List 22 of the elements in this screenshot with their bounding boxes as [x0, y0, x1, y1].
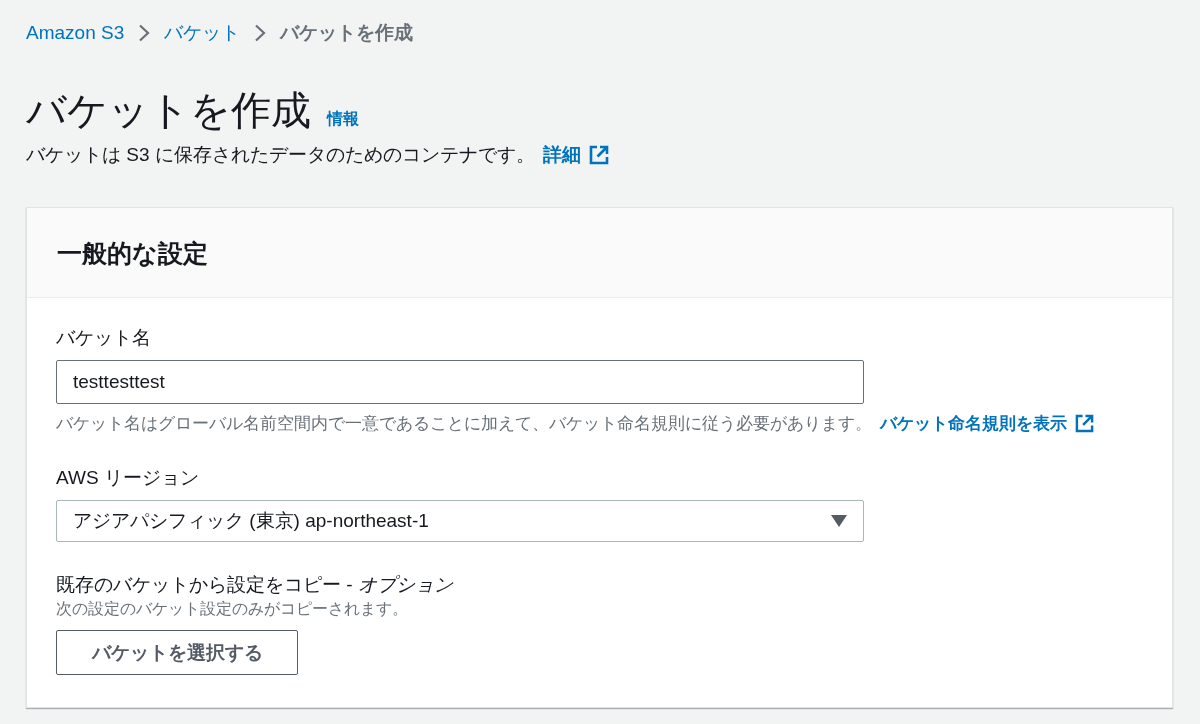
region-select[interactable]: アジアパシフィック (東京) ap-northeast-1 — [56, 500, 864, 542]
external-link-icon — [1075, 413, 1094, 433]
choose-bucket-button[interactable]: バケットを選択する — [56, 630, 298, 675]
info-link[interactable]: 情報 — [327, 109, 359, 129]
breadcrumb-link[interactable]: Amazon S3 — [26, 20, 125, 46]
hint-text: 次の設定のバケット設定のみがコピーされます。 — [56, 599, 408, 619]
breadcrumb-link[interactable]: バケット — [164, 20, 241, 46]
chevron-right-icon — [254, 24, 267, 42]
field-label: 既存のバケットから設定をコピー - オプション — [56, 573, 453, 597]
caret-down-icon — [831, 515, 847, 527]
hint-text: バケット名はグローバル名前空間内で一意であることに加えて、バケット命名規則に従う必要があります。 バケット命名規則を表示 — [56, 411, 1094, 435]
chevron-right-icon — [138, 24, 151, 42]
page-title: バケットを作成 — [26, 87, 311, 134]
external-link-icon — [588, 145, 609, 165]
field-label: AWS リージョン — [56, 466, 199, 490]
naming-rules-link[interactable]: バケット命名規則を表示 — [880, 411, 1094, 435]
current-page-label: バケットを作成 — [280, 21, 414, 45]
page-description: バケットは S3 に保存されたデータのためのコンテナです。 詳細 — [26, 142, 609, 168]
text-input[interactable]: testtesttest — [56, 360, 864, 404]
panel-title: 一般的な設定 — [57, 237, 208, 269]
details-link[interactable]: 詳細 — [542, 142, 609, 168]
field-label: バケット名 — [56, 326, 151, 350]
